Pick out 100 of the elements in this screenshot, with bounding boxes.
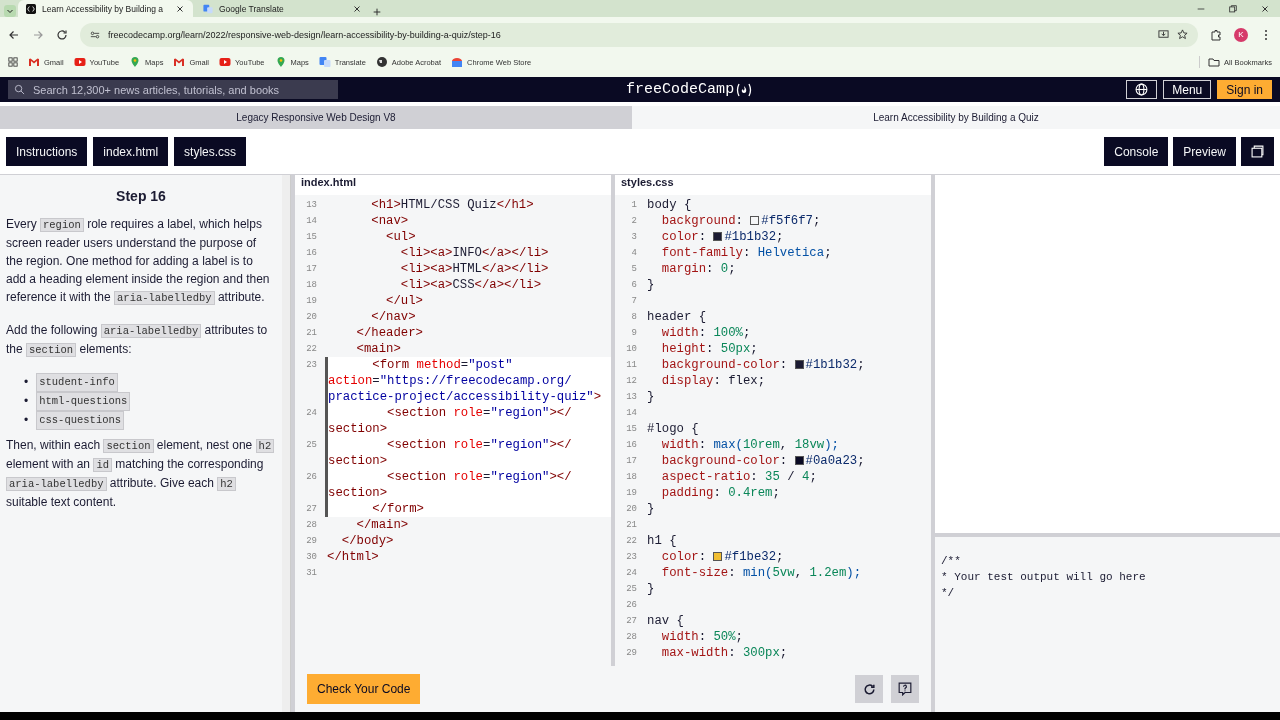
line-number: 18 <box>305 280 318 290</box>
code-line: background-color: #0a0a23; <box>660 453 866 469</box>
pane-tab[interactable]: index.html <box>93 137 169 166</box>
check-code-button[interactable]: Check Your Code <box>307 674 421 704</box>
line-number: 31 <box>305 568 318 578</box>
line-number: 17 <box>625 456 638 466</box>
map-pin-icon <box>274 56 287 68</box>
menu-button[interactable]: Menu <box>1163 80 1212 99</box>
star-icon <box>1177 29 1188 40</box>
line-number: 19 <box>625 488 638 498</box>
apps-grid-icon <box>8 57 18 67</box>
mail-icon <box>173 56 186 68</box>
line-number: 21 <box>305 328 318 338</box>
translate-icon <box>203 3 213 14</box>
line-number: 23 <box>305 360 318 370</box>
profile-avatar[interactable]: K <box>1234 27 1248 42</box>
back-arrow-icon <box>8 28 20 41</box>
code-line: <ul> <box>385 229 417 245</box>
code-line: padding: 0.4rem; <box>660 485 781 501</box>
line-number: 15 <box>305 232 318 242</box>
video-play-icon <box>73 56 86 68</box>
code-line: <li><a>INFO</a></li> <box>399 245 550 261</box>
code-line: <nav> <box>370 213 410 229</box>
video-play-icon <box>219 56 231 68</box>
step-title: Step 16 <box>115 187 167 205</box>
folder-icon <box>1208 56 1221 68</box>
pane-tab[interactable]: Preview <box>1173 137 1236 166</box>
help-button[interactable] <box>891 675 919 703</box>
help-icon <box>898 682 912 696</box>
breadcrumb-link[interactable]: Legacy Responsive Web Design V8 <box>0 106 632 129</box>
line-number: 1 <box>630 200 638 210</box>
code-line: width: 100%; <box>660 325 752 341</box>
code-line: height: 50px; <box>660 341 759 357</box>
code-line: <li><a>HTML</a></li> <box>399 261 550 277</box>
reset-icon <box>862 682 876 696</box>
browser-tab[interactable]: Google Translate <box>195 0 370 17</box>
code-line: margin: 0; <box>660 261 737 277</box>
line-number: 26 <box>625 600 638 610</box>
line-number: 18 <box>625 472 638 482</box>
line-number: 11 <box>625 360 638 370</box>
search-icon <box>14 84 25 95</box>
line-number: 14 <box>625 408 638 418</box>
line-number: 9 <box>630 328 638 338</box>
code-line: body { <box>646 197 693 213</box>
file-tab[interactable]: styles.css <box>615 175 931 195</box>
line-number: 27 <box>305 504 318 514</box>
line-number: 25 <box>305 440 318 450</box>
code-line: <li><a>CSS</a></li> <box>399 277 542 293</box>
plus-icon <box>372 7 382 17</box>
translate-icon <box>318 56 331 68</box>
pane-tab[interactable]: Console <box>1104 137 1169 166</box>
window-icon <box>1251 145 1264 158</box>
popout-button[interactable] <box>1241 137 1274 166</box>
pane-tab[interactable]: Instructions <box>6 137 88 166</box>
code-line: } <box>646 277 656 293</box>
line-number: 22 <box>625 536 638 546</box>
close-icon <box>352 3 362 14</box>
line-number: 25 <box>625 584 638 594</box>
instruction-paragraph: Then, within each section element, nest one h2 element with an id matching the corresponding aria-labelledby attribute. Give each h2 suitable text content. <box>6 436 276 511</box>
chevron-down-icon <box>4 5 16 17</box>
reset-button[interactable] <box>855 675 883 703</box>
line-number: 26 <box>305 472 318 482</box>
file-tab[interactable]: index.html <box>295 175 611 195</box>
code-line: aspect-ratio: 35 / 4; <box>660 469 818 485</box>
reload-icon <box>56 28 68 41</box>
code-line: </body> <box>340 533 395 549</box>
code-line: </html> <box>326 549 380 565</box>
line-number: 29 <box>625 648 638 658</box>
site-logo[interactable]: freeCodeCamp <box>626 81 735 98</box>
list-item: html-questions <box>36 392 131 411</box>
code-line: } <box>646 581 656 597</box>
address-bar[interactable]: freecodecamp.org/learn/2022/responsive-web-design/learn-accessibility-by-building-a-quiz/step-16 <box>80 22 1198 47</box>
code-line: header { <box>646 309 708 325</box>
line-number: 30 <box>305 552 318 562</box>
code-line: width: 50%; <box>660 629 744 645</box>
line-number: 21 <box>625 520 638 530</box>
restore-icon <box>1228 3 1238 14</box>
line-number: 28 <box>305 520 318 530</box>
close-icon <box>175 3 185 14</box>
line-number: 27 <box>625 616 638 626</box>
browser-tab[interactable]: Learn Accessibility by Building a <box>18 0 193 17</box>
mail-icon <box>28 56 40 68</box>
sign-in-button[interactable]: Sign in <box>1217 80 1272 99</box>
code-line: </ul> <box>385 293 424 309</box>
bullet: • <box>24 412 29 429</box>
line-number: 17 <box>305 264 318 274</box>
instruction-paragraph: Add the following aria-labelledby attributes to the section elements: <box>6 322 269 359</box>
breadcrumb-link[interactable]: Learn Accessibility by Building a Quiz <box>632 106 1280 129</box>
line-number: 3 <box>630 232 638 242</box>
line-number: 12 <box>625 376 638 386</box>
search-field[interactable]: Search 12,300+ news articles, tutorials, and books <box>8 80 338 99</box>
pane-tab[interactable]: styles.css <box>174 137 247 166</box>
line-number: 24 <box>625 568 638 578</box>
globe-icon <box>375 56 388 68</box>
language-button[interactable] <box>1126 80 1158 99</box>
scrollbar[interactable] <box>282 175 291 712</box>
code-line: color: #1b1b32; <box>660 229 785 245</box>
bullet: • <box>24 393 29 410</box>
code-line: display: flex; <box>660 373 767 389</box>
line-number: 14 <box>305 216 318 226</box>
